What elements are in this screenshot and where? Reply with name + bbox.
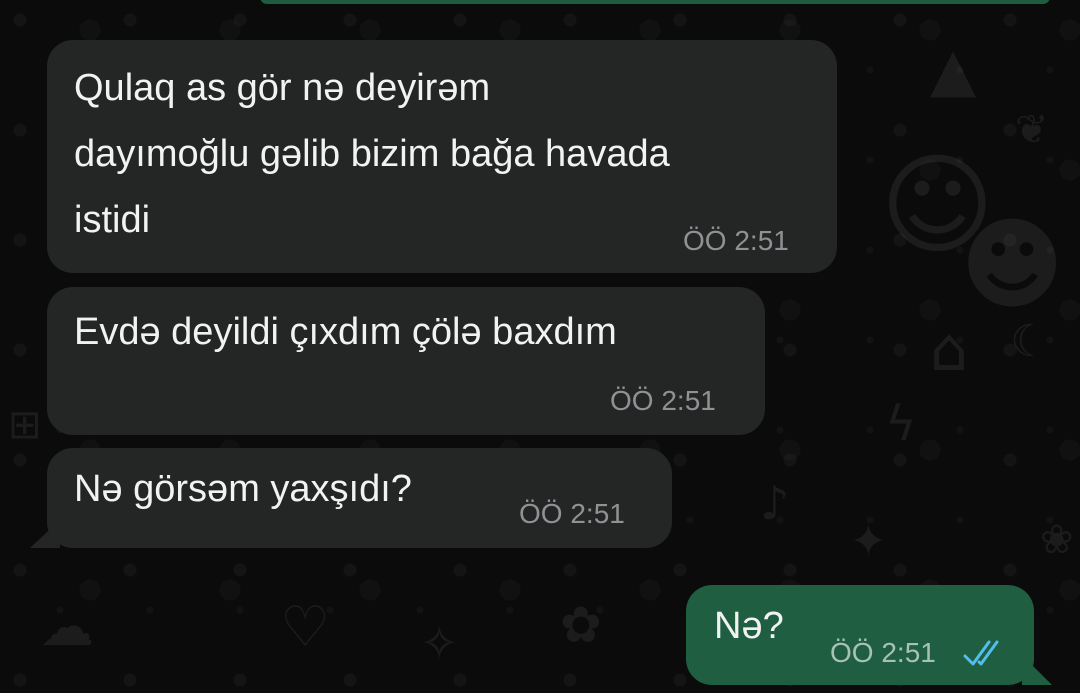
music-note-icon: ♪ [760,476,790,530]
flower-icon: ✿ [560,596,602,654]
sparkle-icon: ✦ [850,516,887,567]
message-timestamp: ÖÖ 2:51 [610,385,716,416]
message-timestamp: ÖÖ 2:51 [519,498,625,529]
cloud-icon: ☁ [40,595,94,658]
moon-icon: ☾ [1010,316,1050,367]
message-text-line: istidi [74,199,151,241]
message-text-line: Nə görsəm yaxşıdı? [74,468,412,510]
mountain-icon: ▲ [930,35,977,105]
message-timestamp: ÖÖ 2:51 [830,637,936,668]
star-icon: ✧ [420,616,459,670]
incoming-message-bubble[interactable]: Qulaq as gör nə deyirəm dayımoğlu gəlib … [47,40,837,273]
bubble-tail [1022,655,1052,685]
bubble-tail [30,520,60,548]
message-text-line: dayımoğlu gəlib bizim bağa havada [74,133,670,175]
double-check-icon [963,640,999,666]
message-text-line: Evdə deyildi çıxdım çölə baxdım [74,311,617,353]
heart-icon: ♡ [280,595,331,660]
incoming-message-bubble[interactable]: Nə görsəm yaxşıdı? ÖÖ 2:51 [47,448,672,548]
pepper-icon: ❦ [1015,107,1049,153]
lock-icon: ⌂ [930,315,969,385]
plus-icon: ⊞ [8,402,42,448]
incoming-message-bubble[interactable]: Evdə deyildi çıxdım çölə baxdım ÖÖ 2:51 [47,287,765,435]
paw-icon: ❀ [1040,517,1074,563]
message-text-line: Qulaq as gör nə deyirəm [74,67,491,109]
message-timestamp: ÖÖ 2:51 [683,225,789,256]
previous-outgoing-bubble-edge [260,0,1050,4]
message-text-line: Nə? [714,605,784,647]
outgoing-message-bubble[interactable]: Nə? ÖÖ 2:51 [686,585,1034,685]
lightning-icon: ϟ [885,396,917,452]
smiley-icon: ☻ [960,206,1065,323]
